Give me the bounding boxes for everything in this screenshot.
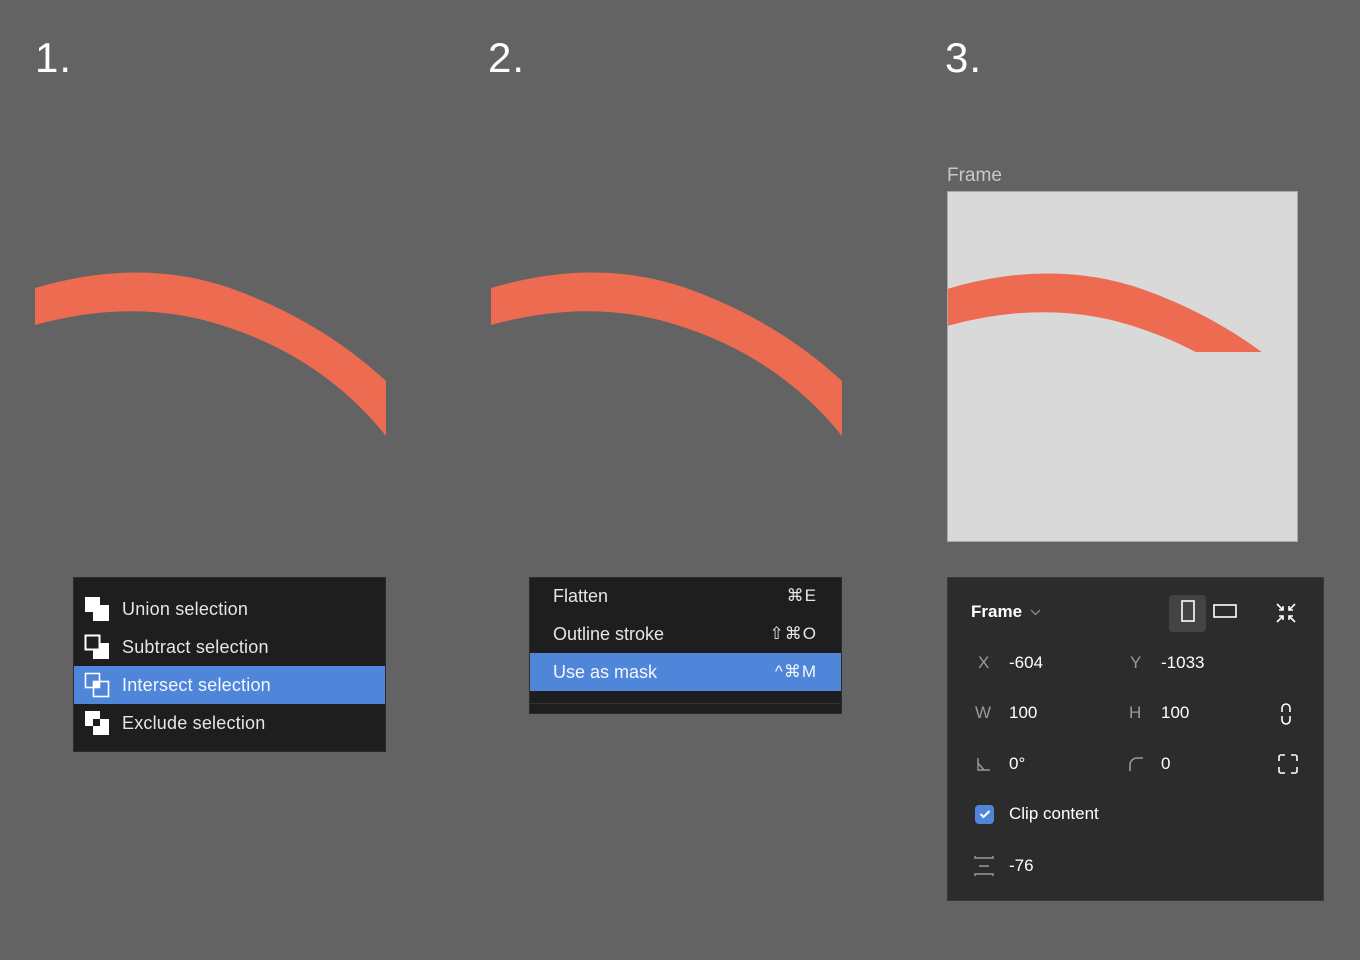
menu-item-label: Exclude selection (122, 712, 266, 733)
menu-divider (530, 703, 841, 704)
exclude-icon (84, 710, 110, 736)
independent-corners-icon (1278, 754, 1298, 778)
frame-label[interactable]: Frame (947, 165, 1002, 187)
boolean-operations-menu: Union selection Subtract selection Inter… (73, 577, 386, 752)
menu-item-use-as-mask[interactable]: Use as mask ^⌘M (530, 653, 841, 691)
link-icon (1280, 703, 1292, 730)
menu-item-outline-stroke[interactable]: Outline stroke ⇧⌘O (530, 615, 841, 653)
arc-shape-2[interactable] (456, 0, 856, 460)
corner-radius-input[interactable]: 0 (1161, 754, 1170, 774)
context-menu: Flatten ⌘E Outline stroke ⇧⌘O Use as mas… (529, 577, 842, 714)
resize-to-fit-button[interactable] (1275, 602, 1297, 629)
frame[interactable] (947, 191, 1298, 542)
menu-item-label: Subtract selection (122, 636, 269, 657)
step-number-3: 3. (945, 34, 983, 81)
menu-item-exclude-selection[interactable]: Exclude selection (74, 704, 385, 742)
menu-item-intersect-selection[interactable]: Intersect selection (74, 666, 385, 704)
shortcut-label: ^⌘M (774, 662, 817, 681)
w-label: W (975, 703, 992, 722)
clip-content-checkbox[interactable] (975, 805, 994, 824)
spacing-icon (974, 855, 994, 882)
menu-item-label: Use as mask (553, 661, 658, 682)
menu-item-label: Union selection (122, 598, 249, 619)
width-input[interactable]: 100 (1009, 703, 1037, 723)
clip-content-label: Clip content (1009, 804, 1099, 823)
independent-corners-button[interactable] (1278, 754, 1298, 779)
h-label: H (1129, 703, 1142, 722)
menu-item-union-selection[interactable]: Union selection (74, 590, 385, 628)
shortcut-label: ⌘E (786, 586, 817, 605)
checkmark-icon (979, 806, 991, 824)
shortcut-label: ⇧⌘O (769, 624, 817, 643)
menu-item-label: Intersect selection (122, 674, 271, 695)
intersect-icon (84, 672, 110, 698)
x-label: X (978, 653, 990, 672)
rotation-input[interactable]: 0° (1009, 754, 1025, 774)
y-label: Y (1130, 653, 1142, 672)
frame-properties-panel: Frame X -604 Y -1033 W 100 H 100 0° 0 Cl… (947, 577, 1324, 901)
rotation-icon (976, 756, 992, 777)
menu-item-subtract-selection[interactable]: Subtract selection (74, 628, 385, 666)
frame-type-label: Frame (971, 602, 1023, 621)
corner-radius-icon (1128, 756, 1144, 777)
subtract-icon (84, 634, 110, 660)
landscape-icon (1212, 604, 1237, 623)
constrain-proportions-button[interactable] (1280, 702, 1292, 731)
landscape-orientation-button[interactable] (1206, 595, 1243, 632)
chevron-down-icon (1030, 605, 1041, 619)
y-input[interactable]: -1033 (1161, 653, 1204, 673)
portrait-icon (1180, 600, 1195, 627)
masked-arc-shape[interactable] (947, 191, 1298, 352)
menu-item-flatten[interactable]: Flatten ⌘E (530, 577, 841, 615)
menu-item-label: Flatten (553, 585, 609, 606)
union-icon (84, 596, 110, 622)
menu-item-label: Outline stroke (553, 623, 665, 644)
portrait-orientation-button[interactable] (1169, 595, 1206, 632)
frame-type-dropdown[interactable]: Frame (971, 602, 1041, 622)
spacing-input[interactable]: -76 (1009, 856, 1034, 876)
arc-shape-1[interactable] (0, 0, 400, 460)
x-input[interactable]: -604 (1009, 653, 1043, 673)
height-input[interactable]: 100 (1161, 703, 1189, 723)
collapse-arrows-icon (1275, 603, 1297, 628)
